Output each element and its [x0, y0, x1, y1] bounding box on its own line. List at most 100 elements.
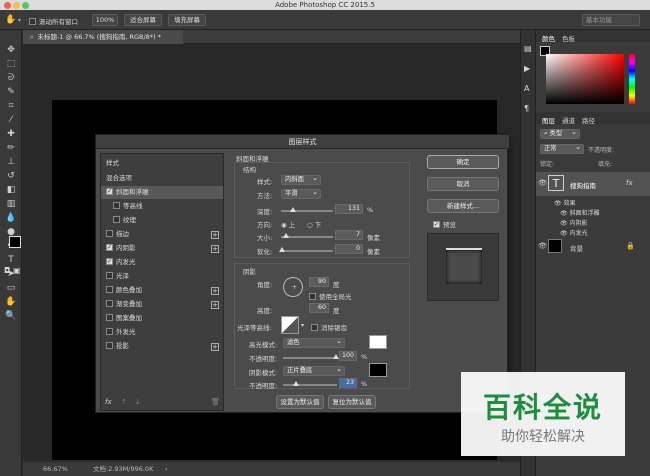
tool-preset-chevron-icon[interactable]: ▾: [18, 17, 21, 24]
fx-menu-icon[interactable]: fx: [105, 398, 112, 406]
depth-input[interactable]: 131: [335, 204, 363, 214]
move-down-icon[interactable]: ⇣: [135, 398, 141, 406]
hand-tool-icon[interactable]: ✋: [4, 296, 18, 308]
zoom-100-button[interactable]: 100%: [92, 14, 118, 26]
checkbox-icon[interactable]: [106, 313, 113, 321]
cancel-button[interactable]: 取消: [427, 177, 499, 191]
style-item[interactable]: 图案叠加: [101, 312, 223, 325]
tab-swatches[interactable]: 色板: [562, 33, 575, 43]
actions-panel-icon[interactable]: ▶: [524, 64, 530, 73]
trash-icon[interactable]: 🗑: [211, 398, 220, 406]
effect-inner-shadow[interactable]: 👁 内阴影: [560, 218, 588, 227]
eraser-tool-icon[interactable]: ◧: [4, 184, 18, 196]
style-item[interactable]: 纹理: [101, 214, 223, 227]
contour-dropdown-icon[interactable]: ▾: [301, 322, 304, 329]
document-tab[interactable]: × 未标题-1 @ 66.7% (搜狗指南, RGB/8*) *: [23, 30, 183, 44]
healing-tool-icon[interactable]: ✚: [4, 128, 18, 140]
angle-dial[interactable]: +: [283, 277, 303, 297]
checkbox-checked-icon[interactable]: ✓: [106, 187, 113, 195]
close-tab-icon[interactable]: ×: [29, 33, 34, 41]
workspace-switcher[interactable]: 基本功能: [582, 14, 640, 26]
lasso-tool-icon[interactable]: ᘐ: [4, 72, 18, 84]
style-item[interactable]: 等高线: [101, 200, 223, 213]
character-panel-icon[interactable]: A: [524, 84, 529, 93]
tab-channels[interactable]: 通道: [562, 115, 575, 125]
style-item[interactable]: 投影 +: [101, 340, 223, 353]
checkbox-checked-icon[interactable]: ✓: [106, 243, 113, 251]
move-tool-icon[interactable]: ✥: [4, 44, 18, 56]
soften-slider[interactable]: [279, 247, 333, 252]
blend-mode-select[interactable]: 正常: [540, 143, 584, 154]
new-style-button[interactable]: 新建样式...: [427, 199, 499, 213]
effect-bevel[interactable]: 👁 斜面和浮雕: [560, 208, 600, 217]
highlight-color-swatch[interactable]: [369, 335, 387, 349]
soften-input[interactable]: 0: [335, 244, 363, 254]
make-default-button[interactable]: 设置为默认值: [276, 395, 324, 409]
highlight-opacity-input[interactable]: 100: [339, 351, 357, 361]
highlight-mode-select[interactable]: 滤色: [283, 337, 345, 348]
zoom-tool-icon[interactable]: 🔍: [4, 310, 18, 322]
slider-knob-icon[interactable]: [293, 381, 299, 386]
slider-knob-icon[interactable]: [290, 207, 296, 212]
add-effect-plus-icon[interactable]: +: [211, 287, 219, 295]
visibility-eye-icon[interactable]: 👁: [538, 179, 547, 187]
color-field[interactable]: [546, 54, 624, 104]
style-item[interactable]: 渐变叠加 +: [101, 298, 223, 311]
background-layer-name[interactable]: 背景: [570, 243, 583, 253]
fit-screen-button[interactable]: 适合屏幕: [124, 14, 162, 26]
style-item[interactable]: ✓ 斜面和浮雕: [101, 186, 223, 199]
brush-tool-icon[interactable]: ✏: [4, 142, 18, 154]
quick-select-tool-icon[interactable]: ✎: [4, 86, 18, 98]
reset-default-button[interactable]: 复位为默认值: [328, 395, 376, 409]
angle-input[interactable]: 90: [309, 277, 329, 287]
size-slider[interactable]: [281, 233, 333, 238]
preview-checkbox[interactable]: ✓ 预览: [433, 219, 456, 229]
tab-color[interactable]: 颜色: [542, 33, 555, 43]
shadow-opacity-slider[interactable]: [283, 381, 337, 386]
text-layer-name[interactable]: 搜狗指南: [570, 180, 596, 190]
bevel-style-select[interactable]: 内斜面: [281, 174, 321, 185]
checkbox-icon[interactable]: [113, 215, 120, 223]
global-light-checkbox[interactable]: 使用全局光: [309, 291, 352, 301]
add-effect-plus-icon[interactable]: +: [211, 231, 219, 239]
visibility-eye-icon[interactable]: 👁: [538, 242, 547, 250]
stamp-tool-icon[interactable]: ⊥: [4, 156, 18, 168]
gloss-contour-picker[interactable]: [281, 316, 299, 334]
shadow-color-swatch[interactable]: [369, 363, 387, 377]
quick-mask-icon[interactable]: ◘: [4, 266, 10, 275]
paragraph-panel-icon[interactable]: ¶: [524, 104, 529, 113]
minimize-window-icon[interactable]: [13, 2, 20, 9]
background-layer-row[interactable]: 👁 背景 🔒: [536, 238, 650, 254]
blending-options-item[interactable]: 混合选项: [101, 172, 223, 185]
hue-slider[interactable]: [629, 54, 635, 104]
style-item[interactable]: 外发光: [101, 326, 223, 339]
add-effect-plus-icon[interactable]: +: [211, 301, 219, 309]
anti-alias-checkbox[interactable]: 消除锯齿: [311, 322, 347, 332]
size-input[interactable]: 7: [335, 230, 363, 240]
checkbox-icon[interactable]: [113, 201, 120, 209]
highlight-opacity-slider[interactable]: [283, 354, 339, 359]
tab-paths[interactable]: 路径: [582, 115, 595, 125]
direction-down-radio[interactable]: ○ 下: [307, 219, 321, 229]
status-menu-arrow-icon[interactable]: ›: [165, 462, 168, 476]
marquee-tool-icon[interactable]: ⬚: [4, 58, 18, 70]
direction-up-radio[interactable]: ◉ 上: [281, 219, 295, 229]
scroll-all-checkbox[interactable]: 滚动所有窗口: [29, 16, 78, 26]
gradient-tool-icon[interactable]: ▥: [4, 198, 18, 210]
style-item[interactable]: 颜色叠加 +: [101, 284, 223, 297]
foreground-color-swatch[interactable]: [9, 236, 21, 248]
add-effect-plus-icon[interactable]: +: [211, 343, 219, 351]
slider-knob-icon[interactable]: [279, 247, 285, 252]
altitude-input[interactable]: 60: [309, 303, 329, 313]
move-up-icon[interactable]: ⇡: [121, 398, 127, 406]
effect-inner-glow[interactable]: 👁 内发光: [560, 228, 588, 237]
text-layer-row[interactable]: 👁 T 搜狗指南 fx: [536, 172, 650, 196]
technique-select[interactable]: 平滑: [281, 188, 321, 199]
checkbox-checked-icon[interactable]: ✓: [106, 257, 113, 265]
shape-tool-icon[interactable]: ▭: [4, 282, 18, 294]
checkbox-icon[interactable]: [106, 327, 113, 335]
style-item[interactable]: 描边 +: [101, 228, 223, 241]
style-item[interactable]: ✓ 内阴影 +: [101, 242, 223, 255]
crop-tool-icon[interactable]: ⌗: [4, 100, 18, 112]
eyedropper-tool-icon[interactable]: ⁄: [4, 114, 18, 126]
